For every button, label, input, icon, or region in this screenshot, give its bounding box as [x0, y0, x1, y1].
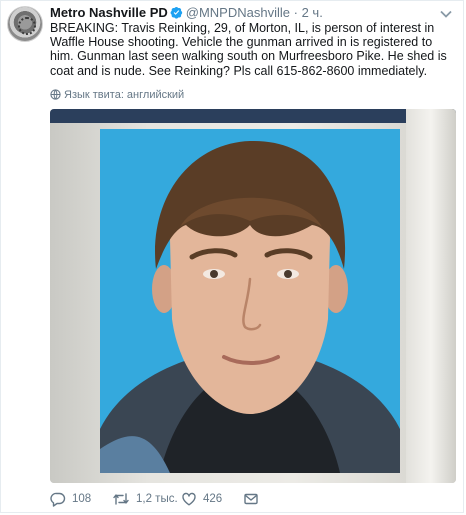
heart-icon [182, 492, 196, 506]
retweet-button[interactable]: 1,2 тыс. [112, 489, 178, 509]
author-name[interactable]: Metro Nashville PD [50, 5, 168, 20]
envelope-icon [244, 493, 258, 505]
reply-count: 108 [72, 493, 92, 505]
tweet-language: Язык твита: английский [50, 89, 184, 101]
like-count: 426 [203, 493, 223, 505]
globe-icon [50, 89, 61, 100]
tweet-timestamp[interactable]: 2 ч. [302, 5, 323, 20]
author-handle[interactable]: @MNPDNashville [186, 5, 290, 20]
tweet-card[interactable]: Metro Nashville PD @MNPDNashville · 2 ч. … [0, 0, 464, 513]
avatar[interactable] [7, 6, 43, 42]
like-button[interactable]: 426 [181, 489, 222, 509]
reply-button[interactable]: 108 [50, 489, 91, 509]
chevron-down-icon[interactable] [439, 7, 453, 21]
tweet-language-label[interactable]: Язык твита: английский [64, 89, 184, 101]
retweet-count: 1,2 тыс. [136, 493, 178, 505]
portrait-photo [100, 129, 400, 473]
tweet-text: BREAKING: Travis Reinking, 29, of Morton… [50, 21, 447, 78]
direct-message-button[interactable] [243, 489, 259, 509]
reply-icon [50, 492, 66, 507]
license-top-bar [50, 109, 456, 123]
separator-dot: · [293, 5, 298, 20]
tweet-actions: 108 1,2 тыс. 426 [50, 489, 453, 509]
license-right-edge [406, 109, 456, 483]
tweet-photo[interactable] [50, 109, 456, 483]
retweet-icon [113, 493, 129, 505]
